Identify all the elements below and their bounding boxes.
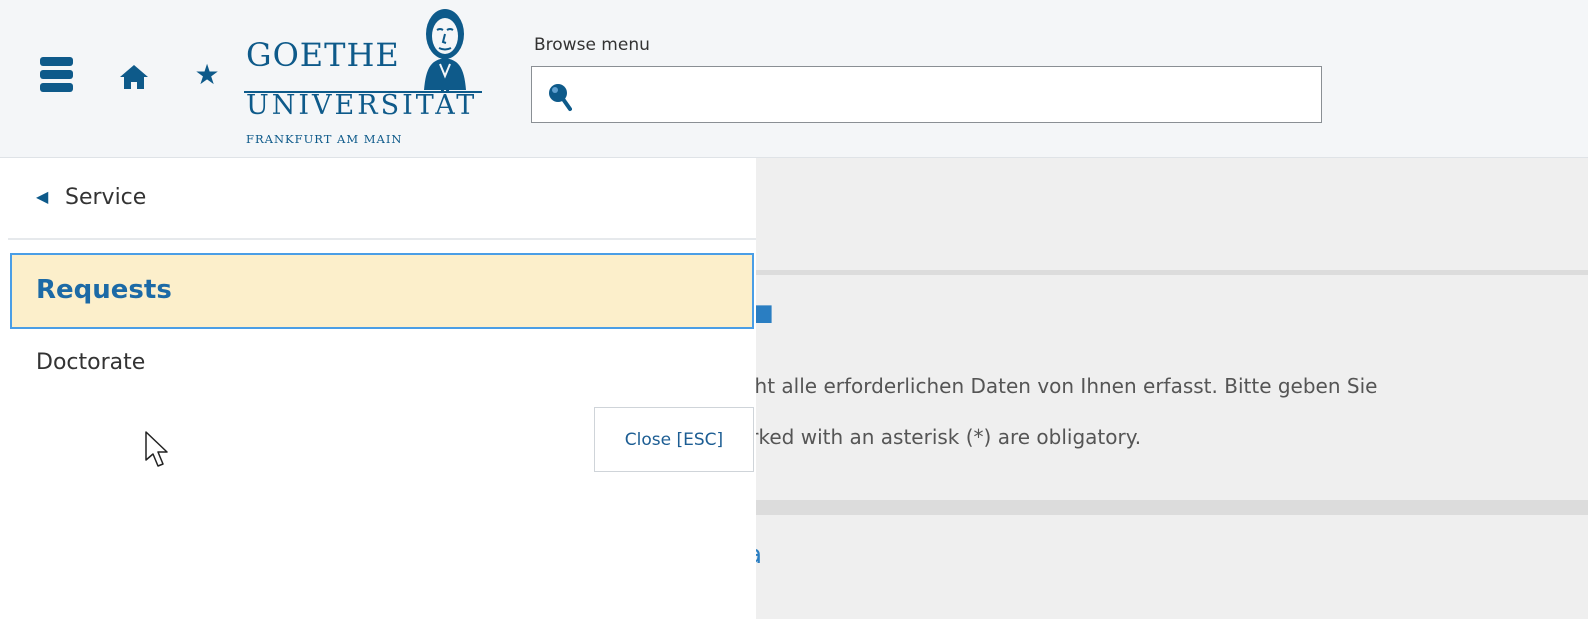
browse-menu-search[interactable] xyxy=(531,66,1322,123)
menu-back-button[interactable]: ◀ Service xyxy=(8,158,756,240)
menu-item-label: Doctorate xyxy=(36,350,146,375)
logo-line-goethe: GOETHE xyxy=(246,36,400,74)
menu-item-label: Requests xyxy=(36,275,172,305)
menu-item-doctorate[interactable]: Doctorate xyxy=(10,340,754,390)
content-divider xyxy=(756,500,1588,515)
content-text-line: arked with an asterisk (*) are obligator… xyxy=(738,425,1142,449)
header: ★ GOETHE UNIVERSITÄT FRANKFURT AM MAIN B… xyxy=(0,0,1588,158)
star-icon[interactable]: ★ xyxy=(190,58,224,92)
logo-line-universitaet: UNIVERSITÄT xyxy=(246,90,478,121)
content-divider xyxy=(756,270,1588,275)
menu-back-label: Service xyxy=(65,185,147,210)
close-menu-button[interactable]: Close [ESC] xyxy=(594,407,754,472)
navigation-menu-panel: ◀ Service Requests Doctorate xyxy=(8,158,756,619)
browse-menu-label: Browse menu xyxy=(534,35,650,55)
search-pin-icon xyxy=(549,84,572,111)
menu-item-requests[interactable]: Requests xyxy=(10,253,754,329)
mouse-cursor-icon xyxy=(145,431,168,467)
goethe-portrait-icon xyxy=(424,9,466,90)
content-text-line: icht alle erforderlichen Daten von Ihnen… xyxy=(738,374,1378,398)
goethe-university-logo[interactable]: GOETHE UNIVERSITÄT FRANKFURT AM MAIN xyxy=(244,4,494,152)
home-icon[interactable] xyxy=(117,62,151,92)
search-input[interactable] xyxy=(582,77,1306,113)
chevron-left-icon: ◀ xyxy=(36,187,49,206)
hamburger-menu-icon[interactable] xyxy=(40,57,73,95)
logo-line-frankfurt: FRANKFURT AM MAIN xyxy=(246,132,403,146)
